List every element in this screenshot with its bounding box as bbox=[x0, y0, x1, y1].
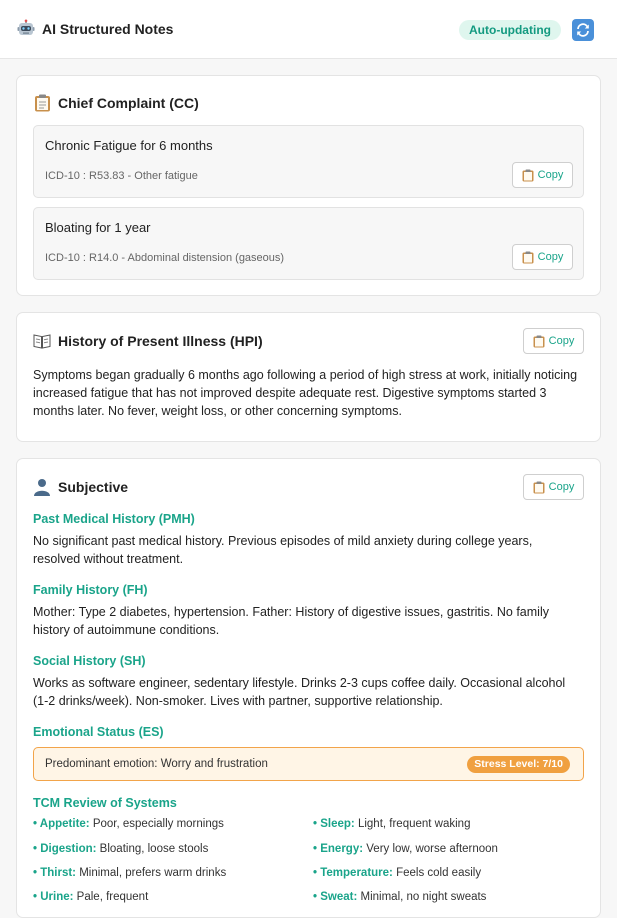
refresh-button[interactable] bbox=[572, 19, 594, 41]
chief-complaint-card: Chief Complaint (CC) Chronic Fatigue for… bbox=[16, 75, 601, 296]
icd-code: ICD-10 : R53.83 - Other fatigue bbox=[45, 170, 198, 182]
auto-updating-badge: Auto-updating bbox=[459, 20, 561, 40]
clipboard-icon bbox=[522, 251, 534, 263]
emotion-text: Predominant emotion: Worry and frustrati… bbox=[45, 758, 268, 770]
copy-button[interactable]: Copy bbox=[523, 328, 584, 354]
sh-text: Works as software engineer, sedentary li… bbox=[33, 676, 566, 708]
list-item: • Appetite: Poor, especially mornings bbox=[33, 818, 224, 830]
es-heading: Emotional Status (ES) bbox=[33, 725, 164, 739]
list-item: Bloating for 1 year ICD-10 : R14.0 - Abd… bbox=[33, 207, 584, 280]
copy-button[interactable]: Copy bbox=[523, 474, 584, 500]
fh-text: Mother: Type 2 diabetes, hypertension. F… bbox=[33, 605, 549, 637]
complaint-name: Chronic Fatigue for 6 months bbox=[45, 138, 213, 153]
clipboard-icon bbox=[33, 94, 51, 112]
list-item: • Temperature: Feels cold easily bbox=[313, 867, 482, 879]
list-item: • Digestion: Bloating, loose stools bbox=[33, 843, 209, 855]
tcm-heading: TCM Review of Systems bbox=[33, 796, 177, 810]
sh-heading: Social History (SH) bbox=[33, 654, 146, 668]
refresh-icon bbox=[575, 22, 591, 38]
subjective-card: Subjective Copy Past Medical History (PM… bbox=[16, 458, 601, 918]
pmh-text: No significant past medical history. Pre… bbox=[33, 534, 533, 566]
emotional-status-box: Predominant emotion: Worry and frustrati… bbox=[33, 747, 584, 781]
fh-heading: Family History (FH) bbox=[33, 583, 148, 597]
chief-complaint-title: Chief Complaint (CC) bbox=[33, 94, 199, 112]
icd-code: ICD-10 : R14.0 - Abdominal distension (g… bbox=[45, 252, 285, 264]
clipboard-icon bbox=[533, 481, 545, 493]
pmh-heading: Past Medical History (PMH) bbox=[33, 512, 195, 526]
hpi-card: History of Present Illness (HPI) Copy Sy… bbox=[16, 312, 601, 442]
list-item: • Thirst: Minimal, prefers warm drinks bbox=[33, 867, 227, 879]
hpi-text: Symptoms began gradually 6 months ago fo… bbox=[33, 368, 578, 418]
list-item: • Sweat: Minimal, no night sweats bbox=[313, 891, 487, 903]
app-title: AI Structured Notes bbox=[42, 21, 174, 37]
list-item: • Urine: Pale, frequent bbox=[33, 891, 149, 903]
list-item: • Sleep: Light, frequent waking bbox=[313, 818, 471, 830]
book-icon bbox=[33, 332, 51, 350]
complaint-name: Bloating for 1 year bbox=[45, 220, 151, 235]
list-item: Chronic Fatigue for 6 months ICD-10 : R5… bbox=[33, 125, 584, 198]
robot-icon bbox=[16, 19, 36, 39]
hpi-title: History of Present Illness (HPI) bbox=[33, 332, 263, 350]
stress-level-badge: Stress Level: 7/10 bbox=[467, 756, 570, 773]
list-item: • Energy: Very low, worse afternoon bbox=[313, 843, 498, 855]
copy-button[interactable]: Copy bbox=[512, 162, 573, 188]
copy-button[interactable]: Copy bbox=[512, 244, 573, 270]
person-icon bbox=[33, 478, 51, 496]
clipboard-icon bbox=[533, 335, 545, 347]
subjective-title: Subjective bbox=[33, 478, 128, 496]
clipboard-icon bbox=[522, 169, 534, 181]
